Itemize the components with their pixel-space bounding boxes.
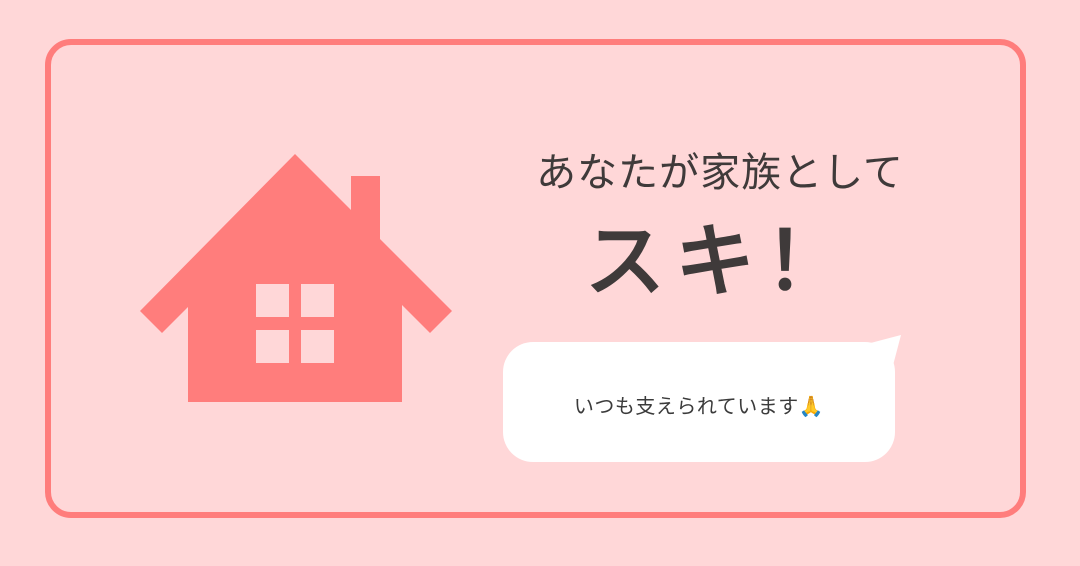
speech-bubble: いつも支えられています🙏 — [503, 333, 903, 465]
house-icon — [140, 154, 452, 402]
window-pane — [301, 284, 334, 317]
bubble-text: いつも支えられています🙏 — [573, 393, 825, 418]
window-pane — [256, 284, 289, 317]
house-body — [140, 154, 452, 402]
window-pane — [256, 330, 289, 363]
headline-line-2: スキ！ — [585, 215, 855, 308]
speech-bubble-body: いつも支えられています🙏 — [503, 342, 895, 462]
window-pane — [301, 330, 334, 363]
headline-line-1: あなたが家族として — [536, 150, 904, 196]
